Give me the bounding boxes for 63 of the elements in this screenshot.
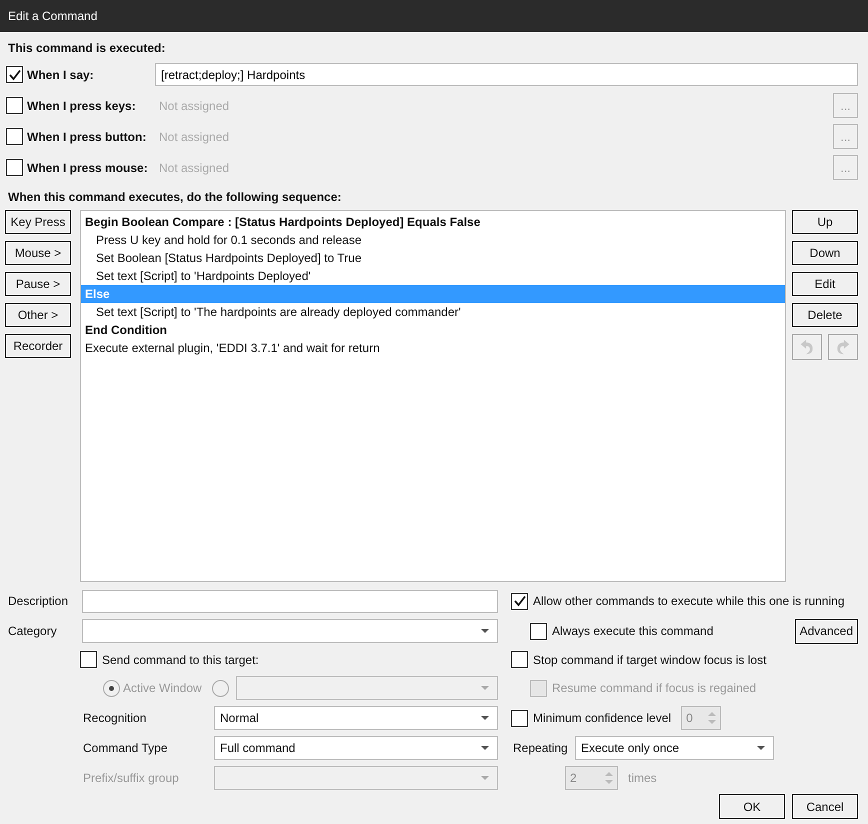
field-label: Description — [8, 594, 70, 608]
caret-icon — [481, 629, 489, 633]
action-button[interactable]: Mouse > — [5, 241, 71, 265]
advanced-button[interactable]: Advanced — [794, 618, 858, 644]
action-button[interactable]: Pause > — [5, 272, 71, 296]
order-button[interactable]: Down — [792, 241, 858, 265]
checkbox[interactable] — [6, 159, 23, 176]
assignment-text: Not assigned — [159, 160, 230, 174]
field-label: Command Type — [83, 741, 168, 755]
checkbox[interactable] — [511, 651, 528, 668]
field-label: Recognition — [83, 711, 148, 725]
option-dropdown[interactable]: Full command — [214, 736, 498, 760]
repeating-dropdown[interactable]: Execute only once — [575, 736, 774, 760]
caret-icon — [481, 686, 489, 690]
checkbox-label: Always execute this command — [552, 624, 714, 638]
times-label: times — [628, 771, 657, 785]
checkbox-label: Allow other commands to execute while this one is running — [533, 594, 844, 608]
sequence-item[interactable]: End Condition — [81, 321, 785, 339]
checkbox[interactable] — [6, 66, 23, 83]
window-title: Edit a Command — [8, 9, 98, 23]
dialog-button[interactable]: OK — [719, 794, 785, 819]
radio-label: Active Window — [123, 681, 202, 695]
field-label: Repeating — [513, 741, 569, 755]
action-button[interactable]: Key Press — [5, 210, 71, 234]
trigger-label: When I press keys: — [27, 98, 137, 112]
sequence-item[interactable]: Begin Boolean Compare : [Status Hardpoints Deployed] Equals False — [81, 213, 785, 231]
order-button[interactable]: Up — [792, 210, 858, 234]
caret-icon — [757, 746, 765, 750]
trigger-label: When I press button: — [27, 130, 148, 144]
order-button[interactable]: Edit — [792, 272, 858, 296]
checkbox-label: Stop command if target window focus is lost — [533, 652, 766, 666]
sequence-item[interactable]: Execute external plugin, 'EDDI 3.7.1' and wait for return — [81, 339, 785, 357]
caret-icon — [481, 776, 489, 780]
sequence-item[interactable]: Set Boolean [Status Hardpoints Deployed] to True — [81, 249, 785, 267]
field-label: Prefix/suffix group — [83, 771, 180, 785]
trigger-label: When I say: — [27, 68, 95, 82]
caret-icon — [481, 716, 489, 720]
checkbox[interactable] — [6, 97, 23, 114]
section-heading: When this command executes, do the following sequence: — [7, 189, 342, 206]
action-button[interactable]: Recorder — [5, 334, 71, 358]
sequence-item[interactable]: Set text [Script] to 'Hardpoints Deployed' — [81, 267, 785, 285]
phrase-field[interactable]: [retract;deploy;] Hardpoints — [155, 63, 858, 86]
description-field[interactable] — [82, 590, 498, 612]
checkbox[interactable] — [511, 592, 528, 610]
sequence-item[interactable]: Set text [Script] to 'The hardpoints are already deployed commander' — [81, 303, 785, 321]
dialog-button[interactable]: Cancel — [792, 794, 858, 819]
assignment-text: Not assigned — [159, 130, 230, 144]
option-dropdown[interactable]: Normal — [214, 706, 498, 730]
field-label: Category — [8, 624, 58, 638]
action-button[interactable]: Other > — [5, 303, 71, 327]
checkbox-label: Resume command if focus is regained — [552, 681, 756, 695]
checkbox-label: Send command to this target: — [102, 652, 259, 666]
sequence-item[interactable]: Press U key and hold for 0.1 seconds and release — [81, 231, 785, 249]
checkbox[interactable] — [6, 128, 23, 145]
checkbox[interactable] — [511, 710, 528, 726]
checkbox[interactable] — [80, 651, 97, 668]
order-button[interactable]: Delete — [792, 303, 858, 327]
checkbox[interactable] — [530, 622, 547, 640]
caret-icon — [481, 746, 489, 750]
assignment-text: Not assigned — [159, 98, 230, 112]
trigger-label: When I press mouse: — [27, 160, 149, 174]
checkbox-label: Minimum confidence level — [533, 711, 672, 725]
section-heading: This command is executed: — [7, 40, 166, 57]
